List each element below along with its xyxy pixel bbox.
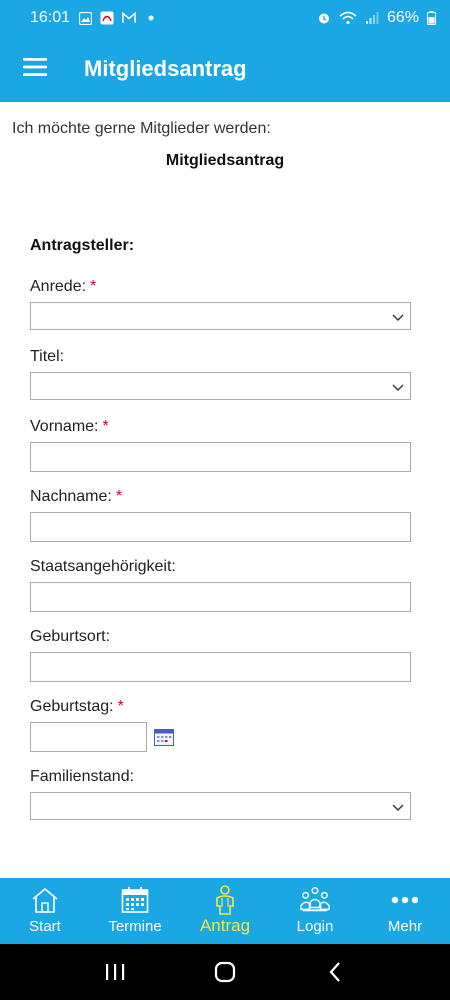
bottom-nav: Start Termine Antrag Login Mehr xyxy=(0,878,450,944)
staatsangehoerigkeit-input[interactable] xyxy=(30,582,411,612)
geburtstag-label: Geburtstag: * xyxy=(30,698,124,715)
nav-label-antrag: Antrag xyxy=(199,916,251,935)
battery-percent: 66% xyxy=(386,9,419,26)
back-button[interactable] xyxy=(315,952,355,992)
person-icon xyxy=(210,885,240,915)
home-icon xyxy=(30,886,60,914)
chevron-down-icon xyxy=(392,800,404,812)
calendar-picker-icon xyxy=(154,729,174,746)
wifi-icon xyxy=(339,11,357,25)
app-bar: Mitgliedsantrag xyxy=(0,36,450,102)
staatsangehoerigkeit-label: Staatsangehörigkeit: xyxy=(30,558,176,575)
date-picker-button[interactable] xyxy=(154,728,174,746)
chevron-down-icon xyxy=(392,310,404,322)
status-time: 16:01 xyxy=(30,9,71,26)
vorname-label: Vorname: * xyxy=(30,418,109,435)
anrede-select[interactable] xyxy=(30,302,411,330)
nav-item-termine[interactable]: Termine xyxy=(90,878,180,944)
chevron-down-icon xyxy=(392,380,404,392)
page-title: Mitgliedsantrag xyxy=(84,56,247,81)
signal-icon xyxy=(365,11,379,25)
familienstand-label: Familienstand: xyxy=(30,768,135,785)
nav-label-login: Login xyxy=(296,918,334,935)
nav-label-start: Start xyxy=(29,918,61,935)
titel-label: Titel: xyxy=(30,348,65,365)
notification-dot-icon xyxy=(144,11,158,25)
battery-icon xyxy=(427,11,436,25)
nav-label-mehr: Mehr xyxy=(387,918,423,935)
titel-select[interactable] xyxy=(30,372,411,400)
calendar-icon xyxy=(120,886,150,914)
group-icon xyxy=(300,886,330,914)
nav-item-login[interactable]: Login xyxy=(270,878,360,944)
familienstand-select[interactable] xyxy=(30,792,411,820)
nav-item-mehr[interactable]: Mehr xyxy=(360,878,450,944)
intro-text: Ich möchte gerne Mitglieder werden: xyxy=(12,120,271,137)
form-title: Mitgliedsantrag xyxy=(165,152,285,169)
nav-label-termine: Termine xyxy=(108,918,162,935)
geburtsort-input[interactable] xyxy=(30,652,411,682)
geburtstag-input[interactable] xyxy=(30,722,147,752)
pdf-notification-icon xyxy=(100,11,114,25)
nachname-input[interactable] xyxy=(30,512,411,542)
required-marker: * xyxy=(90,278,97,295)
back-chevron-icon xyxy=(329,962,340,982)
menu-button[interactable] xyxy=(0,36,70,102)
mail-notification-icon xyxy=(122,11,136,25)
recent-apps-button[interactable] xyxy=(95,952,135,992)
vorname-input[interactable] xyxy=(30,442,411,472)
recent-apps-icon xyxy=(106,964,125,980)
required-marker: * xyxy=(115,488,123,505)
nav-item-start[interactable]: Start xyxy=(0,878,90,944)
geburtsort-label: Geburtsort: xyxy=(30,628,111,645)
nav-item-antrag[interactable]: Antrag xyxy=(180,878,270,944)
status-bar: 16:01 66% xyxy=(0,0,450,36)
hamburger-menu-icon xyxy=(23,57,47,81)
home-system-button[interactable] xyxy=(205,952,245,992)
required-marker: * xyxy=(102,418,109,435)
more-dots-icon xyxy=(390,886,420,914)
anrede-label: Anrede: * xyxy=(30,278,97,295)
required-marker: * xyxy=(117,698,124,715)
home-circle-icon xyxy=(214,961,236,983)
gallery-notification-icon xyxy=(78,11,92,25)
form-content: Ich möchte gerne Mitglieder werden: Mitg… xyxy=(0,102,450,878)
section-title-antragsteller: Antragsteller: xyxy=(30,237,135,254)
nachname-label: Nachname: * xyxy=(30,488,123,505)
alarm-icon xyxy=(317,11,331,25)
system-nav-bar xyxy=(0,944,450,1000)
